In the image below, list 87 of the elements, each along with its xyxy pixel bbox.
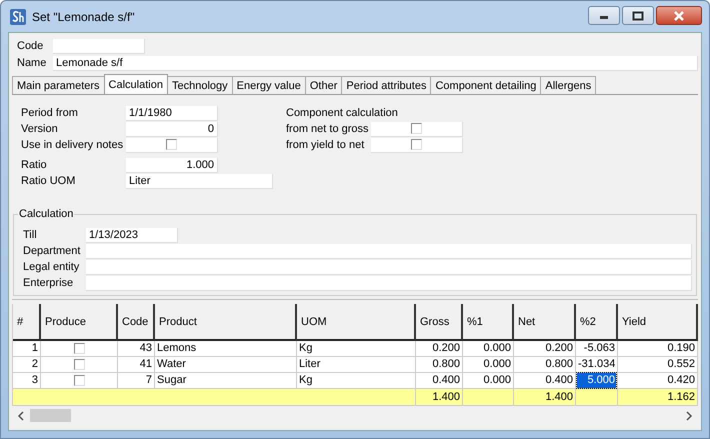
table-cell: 0.800 — [416, 357, 463, 373]
checkbox[interactable] — [411, 123, 422, 134]
text-field[interactable] — [86, 244, 692, 258]
table-cell: 0.000 — [463, 357, 514, 373]
code-label: Code — [16, 39, 44, 54]
table-cell: 43 — [118, 341, 155, 357]
text-field[interactable] — [86, 260, 692, 274]
scroll-thumb[interactable] — [30, 409, 71, 422]
tab[interactable]: Allergens — [540, 76, 596, 94]
name-label: Name — [16, 56, 48, 71]
total-cell: 1.162 — [618, 389, 698, 406]
option-label: from net to gross — [286, 122, 370, 136]
app-icon — [9, 8, 27, 26]
table-cell: 0.200 — [514, 341, 576, 357]
table-cell: Sugar — [155, 373, 297, 389]
table-cell: 0.200 — [416, 341, 463, 357]
table-cell: 0.000 — [463, 341, 514, 357]
field-label: Ratio — [21, 158, 48, 172]
number-field[interactable]: 1.000 — [126, 158, 218, 172]
checkbox[interactable] — [411, 139, 422, 150]
section-label: Component calculation — [286, 106, 398, 120]
table-cell: Liter — [297, 357, 416, 373]
field-label: Legal entity — [23, 260, 80, 274]
table-cell: 0.000 — [463, 373, 514, 389]
checkbox[interactable] — [74, 343, 84, 354]
date-field[interactable]: 1/13/2023 — [86, 228, 178, 242]
table-cell[interactable]: 5.000 — [577, 373, 616, 388]
total-cell: 1.400 — [416, 389, 463, 406]
group-title: Calculation — [18, 208, 74, 220]
table-cell: Kg — [297, 341, 416, 357]
table-cell: 0.420 — [618, 373, 698, 389]
checkbox[interactable] — [74, 359, 84, 370]
field-label: Department — [23, 244, 82, 258]
option-label: from yield to net — [286, 138, 366, 152]
checkbox[interactable] — [74, 375, 84, 386]
maximize-icon — [632, 10, 644, 20]
column-header[interactable]: Produce — [41, 304, 118, 341]
close-button[interactable] — [656, 6, 702, 25]
row-number: 1 — [13, 341, 41, 357]
column-header[interactable]: Yield — [618, 304, 698, 341]
close-icon — [673, 10, 685, 20]
minimize-button[interactable] — [588, 6, 620, 25]
scroll-left-icon — [16, 410, 26, 420]
column-header[interactable]: Product — [155, 304, 297, 341]
column-header[interactable]: # — [13, 304, 41, 341]
text-field[interactable] — [86, 276, 692, 290]
field-label: Till — [23, 228, 38, 242]
number-field[interactable]: 0 — [126, 122, 218, 136]
column-header[interactable]: Gross — [416, 304, 463, 341]
checkbox[interactable] — [166, 139, 177, 150]
column-header[interactable]: UOM — [297, 304, 416, 341]
table-cell: 0.552 — [618, 357, 698, 373]
field-label: Enterprise — [23, 276, 74, 290]
field-label: Period from — [21, 106, 79, 120]
table-cell: 0.400 — [514, 373, 576, 389]
table-cell: Lemons — [155, 341, 297, 357]
name-field[interactable]: Lemonade s/f — [53, 56, 698, 71]
field-label: Version — [21, 122, 59, 136]
tab[interactable]: Component detailing — [430, 76, 542, 94]
tab[interactable]: Calculation — [104, 74, 168, 94]
row-number: 3 — [13, 373, 41, 389]
table-cell: 7 — [118, 373, 155, 389]
tab[interactable]: Technology — [166, 76, 233, 94]
field-label: Ratio UOM — [21, 174, 76, 188]
table-cell: 0.800 — [514, 357, 576, 373]
table-cell: Water — [155, 357, 297, 373]
column-header[interactable]: %2 — [576, 304, 618, 341]
maximize-button[interactable] — [622, 6, 654, 25]
unit-field[interactable]: Liter — [126, 174, 273, 188]
column-header[interactable]: Code — [118, 304, 155, 341]
table-cell: Kg — [297, 373, 416, 389]
tab[interactable]: Energy value — [232, 76, 306, 94]
column-header[interactable]: Net — [514, 304, 576, 341]
table-cell: 0.190 — [618, 341, 698, 357]
field-label: Use in delivery notes — [21, 138, 124, 152]
total-cell: 1.400 — [514, 389, 576, 406]
tab[interactable]: Main parameters — [12, 76, 105, 94]
table-cell[interactable]: -31.034 — [577, 357, 616, 372]
scroll-right-icon — [684, 410, 694, 420]
window-title: Set "Lemonade s/f" — [32, 10, 135, 24]
table-cell: 0.400 — [416, 373, 463, 389]
table-cell: 41 — [118, 357, 155, 373]
row-number: 2 — [13, 357, 41, 373]
column-header[interactable]: %1 — [463, 304, 514, 341]
table-cell[interactable]: -5.063 — [577, 341, 616, 356]
date-field[interactable]: 1/1/1980 — [126, 106, 218, 120]
code-field[interactable] — [53, 39, 145, 54]
